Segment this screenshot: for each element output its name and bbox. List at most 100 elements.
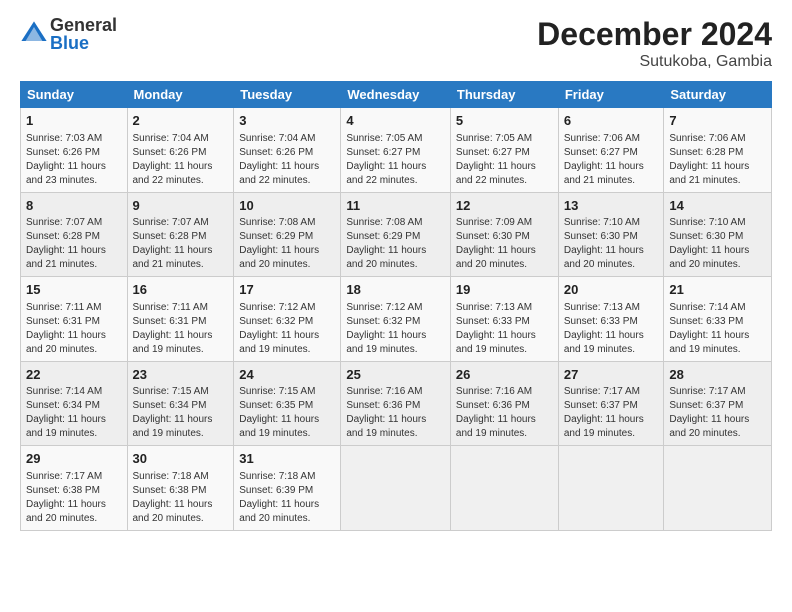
- calendar-cell: 27Sunrise: 7:17 AMSunset: 6:37 PMDayligh…: [558, 361, 664, 446]
- day-number: 20: [564, 281, 659, 299]
- day-number: 6: [564, 112, 659, 130]
- day-number: 14: [669, 197, 766, 215]
- logo-general: General: [50, 16, 117, 34]
- day-info: Sunrise: 7:16 AMSunset: 6:36 PMDaylight:…: [346, 385, 445, 441]
- day-info: Sunrise: 7:12 AMSunset: 6:32 PMDaylight:…: [346, 301, 445, 357]
- page: General Blue December 2024 Sutukoba, Gam…: [0, 0, 792, 612]
- calendar-cell: 11Sunrise: 7:08 AMSunset: 6:29 PMDayligh…: [341, 192, 451, 277]
- calendar-cell: [558, 446, 664, 531]
- day-number: 24: [239, 366, 335, 384]
- day-number: 25: [346, 366, 445, 384]
- day-info: Sunrise: 7:10 AMSunset: 6:30 PMDaylight:…: [564, 216, 659, 272]
- day-info: Sunrise: 7:10 AMSunset: 6:30 PMDaylight:…: [669, 216, 766, 272]
- calendar-cell: 29 Sunrise: 7:17 AMSunset: 6:38 PMDayligh…: [21, 446, 128, 531]
- day-number: 21: [669, 281, 766, 299]
- day-header-saturday: Saturday: [664, 82, 772, 108]
- day-number: 11: [346, 197, 445, 215]
- calendar-cell: 23Sunrise: 7:15 AMSunset: 6:34 PMDayligh…: [127, 361, 234, 446]
- calendar-cell: 25Sunrise: 7:16 AMSunset: 6:36 PMDayligh…: [341, 361, 451, 446]
- day-info: Sunrise: 7:07 AMSunset: 6:28 PMDaylight:…: [26, 216, 122, 272]
- day-header-friday: Friday: [558, 82, 664, 108]
- day-info: Sunrise: 7:04 AMSunset: 6:26 PMDaylight:…: [133, 132, 229, 188]
- calendar-week-3: 15 Sunrise: 7:11 AMSunset: 6:31 PMDayligh…: [21, 277, 772, 362]
- day-info: Sunrise: 7:18 AMSunset: 6:38 PMDaylight:…: [133, 470, 229, 526]
- calendar-cell: 10Sunrise: 7:08 AMSunset: 6:29 PMDayligh…: [234, 192, 341, 277]
- day-info: Sunrise: 7:14 AMSunset: 6:34 PMDaylight:…: [26, 385, 122, 441]
- calendar-cell: 19 Sunrise: 7:13 AMSunset: 6:33 PMDayligh…: [450, 277, 558, 362]
- calendar-cell: 24Sunrise: 7:15 AMSunset: 6:35 PMDayligh…: [234, 361, 341, 446]
- calendar-cell: [664, 446, 772, 531]
- day-number: 19: [456, 281, 553, 299]
- day-number: 7: [669, 112, 766, 130]
- calendar-cell: 12Sunrise: 7:09 AMSunset: 6:30 PMDayligh…: [450, 192, 558, 277]
- day-number: 18: [346, 281, 445, 299]
- logo-blue: Blue: [50, 34, 117, 52]
- calendar-cell: 28Sunrise: 7:17 AMSunset: 6:37 PMDayligh…: [664, 361, 772, 446]
- calendar-cell: 20 Sunrise: 7:13 AMSunset: 6:33 PMDayligh…: [558, 277, 664, 362]
- calendar-cell: 13Sunrise: 7:10 AMSunset: 6:30 PMDayligh…: [558, 192, 664, 277]
- day-info: Sunrise: 7:14 AMSunset: 6:33 PMDaylight:…: [669, 301, 766, 357]
- day-header-tuesday: Tuesday: [234, 82, 341, 108]
- day-info: Sunrise: 7:17 AMSunset: 6:37 PMDaylight:…: [669, 385, 766, 441]
- day-info: Sunrise: 7:12 AMSunset: 6:32 PMDaylight:…: [239, 301, 335, 357]
- day-info: Sunrise: 7:15 AMSunset: 6:34 PMDaylight:…: [133, 385, 229, 441]
- title-area: December 2024 Sutukoba, Gambia: [537, 16, 772, 71]
- calendar-cell: 14Sunrise: 7:10 AMSunset: 6:30 PMDayligh…: [664, 192, 772, 277]
- day-number: 3: [239, 112, 335, 130]
- day-number: 29: [26, 450, 122, 468]
- calendar-cell: 7Sunrise: 7:06 AMSunset: 6:28 PMDaylight…: [664, 108, 772, 193]
- logo-icon: [20, 20, 48, 48]
- day-info: Sunrise: 7:17 AMSunset: 6:37 PMDaylight:…: [564, 385, 659, 441]
- day-number: 5: [456, 112, 553, 130]
- day-info: Sunrise: 7:15 AMSunset: 6:35 PMDaylight:…: [239, 385, 335, 441]
- day-header-thursday: Thursday: [450, 82, 558, 108]
- day-number: 23: [133, 366, 229, 384]
- day-number: 4: [346, 112, 445, 130]
- day-info: Sunrise: 7:13 AMSunset: 6:33 PMDaylight:…: [456, 301, 553, 357]
- calendar-header: SundayMondayTuesdayWednesdayThursdayFrid…: [21, 82, 772, 108]
- logo-text: General Blue: [50, 16, 117, 52]
- calendar-week-1: 1Sunrise: 7:03 AMSunset: 6:26 PMDaylight…: [21, 108, 772, 193]
- day-headers-row: SundayMondayTuesdayWednesdayThursdayFrid…: [21, 82, 772, 108]
- calendar-cell: 30Sunrise: 7:18 AMSunset: 6:38 PMDayligh…: [127, 446, 234, 531]
- calendar-week-5: 29 Sunrise: 7:17 AMSunset: 6:38 PMDayligh…: [21, 446, 772, 531]
- calendar-cell: 4 Sunrise: 7:05 AMSunset: 6:27 PMDaylight…: [341, 108, 451, 193]
- day-info: Sunrise: 7:17 AMSunset: 6:38 PMDaylight:…: [26, 470, 122, 526]
- calendar-cell: 3 Sunrise: 7:04 AMSunset: 6:26 PMDaylight…: [234, 108, 341, 193]
- day-info: Sunrise: 7:08 AMSunset: 6:29 PMDaylight:…: [346, 216, 445, 272]
- calendar: SundayMondayTuesdayWednesdayThursdayFrid…: [20, 81, 772, 531]
- calendar-cell: 22Sunrise: 7:14 AMSunset: 6:34 PMDayligh…: [21, 361, 128, 446]
- day-info: Sunrise: 7:05 AMSunset: 6:27 PMDaylight:…: [346, 132, 445, 188]
- day-info: Sunrise: 7:18 AMSunset: 6:39 PMDaylight:…: [239, 470, 335, 526]
- calendar-cell: 6 Sunrise: 7:06 AMSunset: 6:27 PMDaylight…: [558, 108, 664, 193]
- calendar-cell: [341, 446, 451, 531]
- day-info: Sunrise: 7:04 AMSunset: 6:26 PMDaylight:…: [239, 132, 335, 188]
- calendar-week-2: 8Sunrise: 7:07 AMSunset: 6:28 PMDaylight…: [21, 192, 772, 277]
- day-number: 10: [239, 197, 335, 215]
- day-info: Sunrise: 7:13 AMSunset: 6:33 PMDaylight:…: [564, 301, 659, 357]
- header: General Blue December 2024 Sutukoba, Gam…: [20, 16, 772, 71]
- day-number: 16: [133, 281, 229, 299]
- day-header-sunday: Sunday: [21, 82, 128, 108]
- day-number: 12: [456, 197, 553, 215]
- calendar-cell: 9Sunrise: 7:07 AMSunset: 6:28 PMDaylight…: [127, 192, 234, 277]
- day-number: 1: [26, 112, 122, 130]
- logo: General Blue: [20, 16, 117, 52]
- calendar-cell: 26Sunrise: 7:16 AMSunset: 6:36 PMDayligh…: [450, 361, 558, 446]
- calendar-cell: 21 Sunrise: 7:14 AMSunset: 6:33 PMDayligh…: [664, 277, 772, 362]
- day-info: Sunrise: 7:11 AMSunset: 6:31 PMDaylight:…: [133, 301, 229, 357]
- calendar-cell: 18 Sunrise: 7:12 AMSunset: 6:32 PMDayligh…: [341, 277, 451, 362]
- calendar-cell: 31Sunrise: 7:18 AMSunset: 6:39 PMDayligh…: [234, 446, 341, 531]
- day-number: 2: [133, 112, 229, 130]
- day-info: Sunrise: 7:07 AMSunset: 6:28 PMDaylight:…: [133, 216, 229, 272]
- day-number: 17: [239, 281, 335, 299]
- day-info: Sunrise: 7:06 AMSunset: 6:27 PMDaylight:…: [564, 132, 659, 188]
- calendar-cell: 2 Sunrise: 7:04 AMSunset: 6:26 PMDaylight…: [127, 108, 234, 193]
- calendar-cell: [450, 446, 558, 531]
- day-number: 9: [133, 197, 229, 215]
- calendar-cell: 8Sunrise: 7:07 AMSunset: 6:28 PMDaylight…: [21, 192, 128, 277]
- day-number: 15: [26, 281, 122, 299]
- day-header-wednesday: Wednesday: [341, 82, 451, 108]
- day-info: Sunrise: 7:11 AMSunset: 6:31 PMDaylight:…: [26, 301, 122, 357]
- calendar-cell: 15 Sunrise: 7:11 AMSunset: 6:31 PMDayligh…: [21, 277, 128, 362]
